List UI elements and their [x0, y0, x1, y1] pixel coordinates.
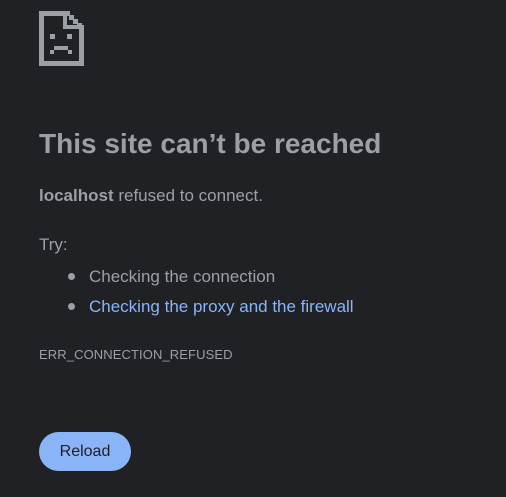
- page-title: This site can’t be reached: [39, 128, 382, 159]
- proxy-firewall-link[interactable]: Checking the proxy and the firewall: [89, 297, 354, 316]
- error-code: ERR_CONNECTION_REFUSED: [39, 347, 233, 362]
- error-message: refused to connect.: [113, 186, 263, 205]
- suggestion-item-connection: Checking the connection: [39, 262, 354, 292]
- host-name: localhost: [39, 186, 114, 205]
- reload-button[interactable]: Reload: [39, 432, 131, 471]
- suggestion-item-proxy-firewall[interactable]: Checking the proxy and the firewall: [39, 292, 354, 322]
- error-page: This site can’t be reached localhost ref…: [0, 0, 506, 497]
- sad-page-icon: [39, 11, 84, 66]
- error-description: localhost refused to connect.: [39, 185, 263, 207]
- suggestion-list: Checking the connection Checking the pro…: [39, 262, 354, 322]
- bullet-icon: [68, 273, 75, 280]
- try-label: Try:: [39, 235, 68, 254]
- suggestion-label: Checking the connection: [89, 267, 276, 286]
- bullet-icon: [68, 303, 75, 310]
